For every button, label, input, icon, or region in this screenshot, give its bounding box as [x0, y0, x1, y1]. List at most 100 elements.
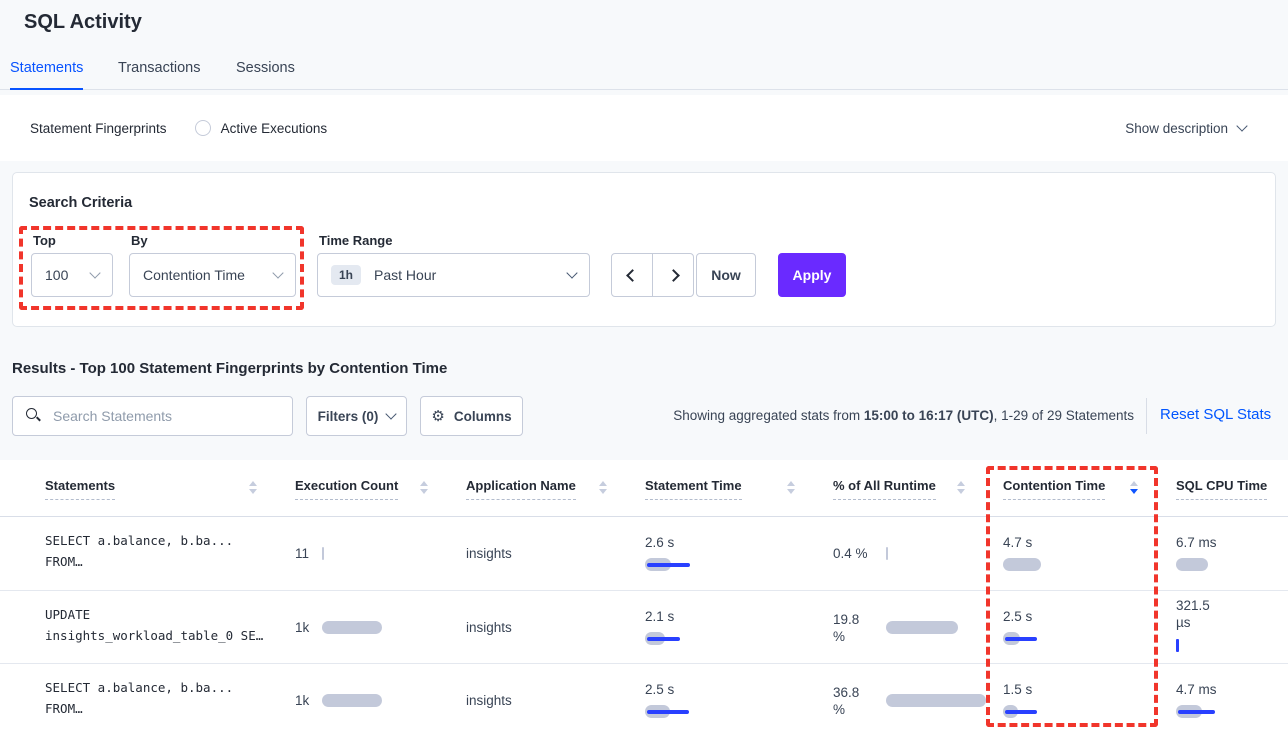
chevron-left-icon — [626, 269, 639, 282]
statement-line2: FROM… — [45, 698, 285, 719]
toolbar-divider — [1146, 398, 1147, 434]
time-nav-group — [611, 253, 694, 297]
application-name-value: insights — [466, 693, 512, 708]
tab-transactions[interactable]: Transactions — [118, 60, 200, 90]
apply-button[interactable]: Apply — [778, 253, 846, 297]
next-time-button[interactable] — [652, 253, 694, 297]
cpu-time-value: 321.5 µs — [1176, 597, 1220, 631]
application-name-cell: insights — [466, 599, 636, 656]
radio-label: Active Executions — [221, 121, 328, 136]
radio-unselected-icon[interactable] — [195, 120, 211, 136]
contention-time-line — [1005, 710, 1037, 714]
sort-desc-icon[interactable] — [1130, 481, 1138, 494]
top-select[interactable]: 100 — [31, 253, 113, 297]
radio-active-executions[interactable]: Active Executions — [195, 120, 328, 136]
tab-bar: Statements Transactions Sessions — [0, 56, 1288, 90]
sort-icon[interactable] — [599, 481, 607, 494]
application-name-value: insights — [466, 620, 512, 635]
cpu-time-value: 4.7 ms — [1176, 682, 1284, 697]
statement-link[interactable]: SELECT a.balance, b.ba... FROM… — [45, 530, 285, 572]
statement-time-line — [647, 563, 690, 567]
header-label[interactable]: Statements — [45, 478, 115, 500]
columns-button[interactable]: ⚙ Columns — [420, 396, 523, 436]
execution-count-bar — [322, 694, 382, 707]
time-range-value: Past Hour — [374, 267, 436, 283]
search-icon — [26, 408, 42, 424]
header-label[interactable]: SQL CPU Time — [1176, 478, 1267, 500]
cpu-time-line — [1178, 710, 1215, 714]
showing-time-range: 15:00 to 16:17 (UTC) — [864, 408, 994, 423]
gear-icon: ⚙ — [431, 407, 444, 425]
application-name-cell: insights — [466, 672, 636, 729]
statement-time-value: 2.5 s — [645, 682, 825, 697]
reset-sql-stats-link[interactable]: Reset SQL Stats — [1160, 406, 1271, 423]
search-statements-box — [12, 396, 293, 436]
contention-time-cell: 1.5 s — [1003, 682, 1168, 718]
statement-line1: SELECT a.balance, b.ba... — [45, 677, 285, 698]
showing-prefix: Showing aggregated stats from — [673, 408, 864, 423]
statement-link[interactable]: UPDATE insights_workload_table_0 SE… — [45, 604, 285, 646]
showing-stats-text: Showing aggregated stats from 15:00 to 1… — [673, 408, 1134, 423]
previous-time-button[interactable] — [611, 253, 653, 297]
time-range-badge: 1h — [331, 265, 361, 285]
statement-line1: UPDATE — [45, 604, 285, 625]
radio-statement-fingerprints[interactable]: Statement Fingerprints — [30, 121, 167, 136]
statement-line2: FROM… — [45, 551, 285, 572]
statement-line2: insights_workload_table_0 SE… — [45, 625, 285, 646]
header-sql-cpu-time[interactable]: SQL CPU Time — [1176, 460, 1288, 517]
header-statement-time[interactable]: Statement Time — [645, 460, 833, 517]
sort-icon[interactable] — [957, 481, 965, 494]
runtime-pct-bar — [886, 694, 986, 707]
contention-time-value: 4.7 s — [1003, 535, 1168, 550]
sort-icon[interactable] — [420, 481, 428, 494]
header-label[interactable]: Contention Time — [1003, 478, 1105, 500]
chevron-down-icon — [89, 267, 100, 278]
cpu-time-bar — [1176, 558, 1208, 571]
header-statements[interactable]: Statements — [45, 460, 295, 517]
header-label[interactable]: Application Name — [466, 478, 576, 500]
header-contention-time[interactable]: Contention Time — [1003, 460, 1176, 517]
sql-activity-page: SQL Activity Statements Transactions Ses… — [0, 0, 1288, 735]
cpu-time-cell: 4.7 ms — [1176, 682, 1284, 718]
header-label[interactable]: % of All Runtime — [833, 478, 936, 500]
runtime-pct-cell: 36.8 % — [833, 672, 995, 729]
execution-count-cell: 1k — [295, 599, 455, 656]
chevron-down-icon — [272, 267, 283, 278]
show-description-button[interactable]: Show description — [1125, 95, 1246, 161]
search-statements-input[interactable] — [12, 396, 293, 436]
header-label[interactable]: Execution Count — [295, 478, 398, 500]
by-label: By — [131, 233, 148, 248]
tab-sessions[interactable]: Sessions — [236, 60, 295, 90]
contention-time-line — [1005, 637, 1037, 641]
by-select[interactable]: Contention Time — [129, 253, 296, 297]
statement-line1: SELECT a.balance, b.ba... — [45, 530, 285, 551]
chevron-down-icon — [1236, 120, 1247, 131]
runtime-pct-bar — [886, 621, 958, 634]
runtime-pct-value: 36.8 % — [833, 684, 873, 718]
search-criteria-panel: Search Criteria Top By Time Range 100 Co… — [12, 172, 1276, 327]
now-button[interactable]: Now — [696, 253, 756, 297]
statement-link[interactable]: SELECT a.balance, b.ba... FROM… — [45, 677, 285, 719]
columns-label: Columns — [454, 409, 512, 424]
execution-count-cell: 11 — [295, 525, 455, 582]
showing-suffix: , 1-29 of 29 Statements — [994, 408, 1134, 423]
table-row: SELECT a.balance, b.ba... FROM… 11 insig… — [0, 517, 1288, 590]
show-description-label: Show description — [1125, 121, 1228, 136]
sort-icon[interactable] — [787, 481, 795, 494]
contention-time-value: 1.5 s — [1003, 682, 1168, 697]
header-label[interactable]: Statement Time — [645, 478, 742, 500]
chevron-down-icon — [566, 267, 577, 278]
header-application-name[interactable]: Application Name — [466, 460, 645, 517]
tab-statements[interactable]: Statements — [10, 60, 83, 90]
radio-label: Statement Fingerprints — [30, 121, 167, 136]
execution-count-bar — [322, 621, 382, 634]
time-range-select[interactable]: 1h Past Hour — [317, 253, 590, 297]
statement-time-cell: 2.6 s — [645, 535, 825, 571]
sort-icon[interactable] — [249, 481, 257, 494]
statement-time-value: 2.1 s — [645, 609, 825, 624]
filters-button[interactable]: Filters (0) — [306, 396, 407, 436]
header-execution-count[interactable]: Execution Count — [295, 460, 466, 517]
header-pct-all-runtime[interactable]: % of All Runtime — [833, 460, 1003, 517]
top-select-value: 100 — [45, 267, 68, 283]
execution-count-cell: 1k — [295, 672, 455, 729]
